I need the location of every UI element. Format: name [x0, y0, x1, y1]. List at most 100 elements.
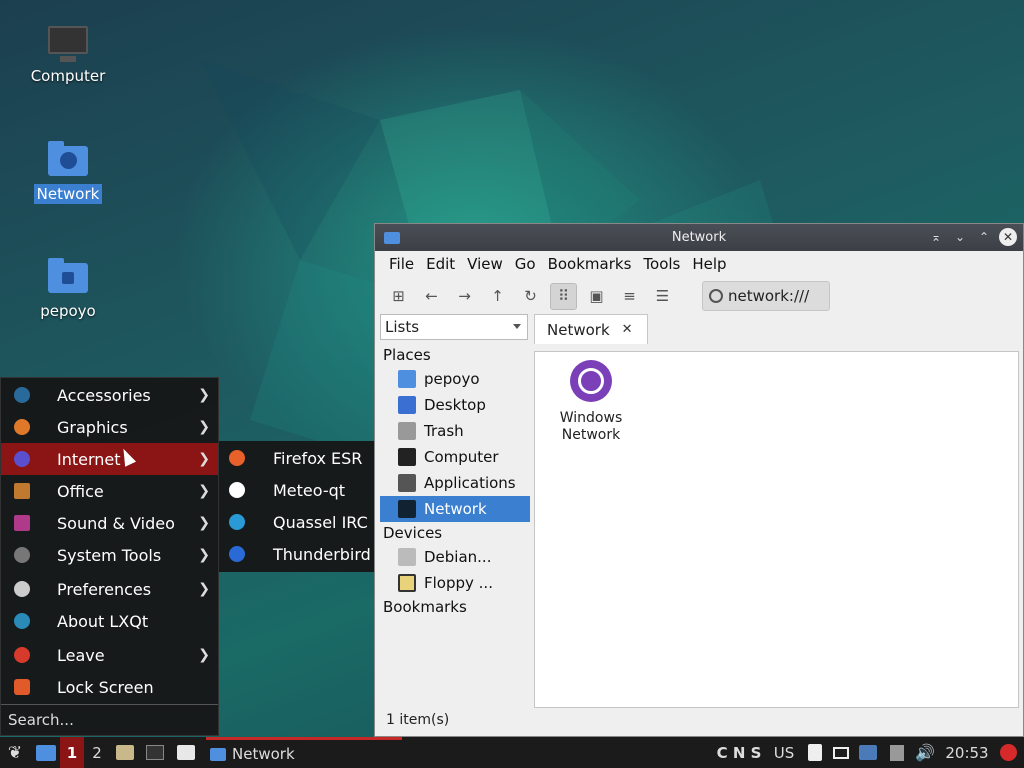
thumbnail-view-icon[interactable]: ▣	[583, 283, 610, 310]
menu-item-leave[interactable]: Leave ❯	[1, 639, 218, 671]
device-label: Floppy ...	[424, 574, 493, 592]
path-text: network:///	[728, 287, 810, 305]
taskbar: ❦ 1 2 Network C N S US 🔊 20:53	[0, 737, 1024, 768]
menu-item-label: About LXQt	[57, 611, 149, 631]
menu-item-office[interactable]: Office ❯	[1, 475, 218, 507]
network-tray-icon[interactable]	[831, 737, 851, 768]
place-label: pepoyo	[424, 370, 480, 388]
globe-icon	[570, 360, 612, 402]
menu-go[interactable]: Go	[509, 255, 542, 273]
place-item-computer[interactable]: Computer	[380, 444, 530, 470]
volume-icon[interactable]: 🔊	[914, 737, 936, 768]
place-label: Computer	[424, 448, 499, 466]
place-item-pepoyo[interactable]: pepoyo	[380, 366, 530, 392]
chevron-right-icon: ❯	[198, 419, 210, 435]
place-item-network[interactable]: Network	[380, 496, 530, 522]
menu-item-label: Lock Screen	[57, 677, 154, 697]
desktop-icon-computer[interactable]: Computer	[23, 22, 113, 86]
weather-icon	[229, 482, 245, 498]
devices-header[interactable]: Devices	[380, 522, 530, 544]
detailed-list-icon[interactable]: ☰	[649, 283, 676, 310]
side-pane-mode-select[interactable]: Lists	[380, 314, 528, 340]
chevron-down-icon	[513, 324, 521, 329]
chevron-right-icon: ❯	[198, 483, 210, 499]
submenu-item-label: Quassel IRC	[273, 512, 368, 532]
folder-icon	[210, 747, 226, 761]
menu-edit[interactable]: Edit	[420, 255, 461, 273]
path-bar[interactable]: network:///	[702, 281, 830, 311]
icon-view-icon[interactable]: ⠿	[550, 282, 577, 310]
workspace-2[interactable]: 2	[86, 737, 108, 768]
taskbar-task-network[interactable]: Network	[206, 737, 402, 768]
menu-item-about-lxqt[interactable]: About LXQt	[1, 605, 218, 637]
reload-icon[interactable]: ↻	[517, 283, 544, 310]
back-icon[interactable]: ←	[418, 283, 445, 310]
desktop-icon-network[interactable]: Network	[23, 140, 113, 204]
chevron-right-icon: ❯	[198, 647, 210, 663]
chevron-right-icon: ❯	[198, 451, 210, 467]
clock[interactable]: 20:53	[942, 737, 992, 768]
device-item-debian[interactable]: Debian...	[380, 544, 530, 570]
notification-icon[interactable]	[857, 737, 879, 768]
power-icon[interactable]	[996, 737, 1020, 768]
close-icon[interactable]: ✕	[999, 228, 1017, 246]
menu-item-internet[interactable]: Internet ❯	[1, 443, 218, 475]
submenu-item-meteo[interactable]: Meteo-qt	[219, 474, 374, 506]
place-item-desktop[interactable]: Desktop	[380, 392, 530, 418]
removable-media-icon[interactable]	[886, 737, 908, 768]
chevron-right-icon: ❯	[198, 515, 210, 531]
menu-item-preferences[interactable]: Preferences ❯	[1, 573, 218, 605]
menu-file[interactable]: File	[383, 255, 420, 273]
file-manager-launcher-icon[interactable]	[114, 737, 136, 768]
submenu-item-label: Firefox ESR	[273, 448, 363, 468]
menu-item-sound-video[interactable]: Sound & Video ❯	[1, 507, 218, 539]
network-icon	[398, 500, 416, 518]
device-item-floppy[interactable]: Floppy ...	[380, 570, 530, 596]
show-desktop-icon[interactable]	[34, 737, 58, 768]
menu-bar: File Edit View Go Bookmarks Tools Help	[375, 251, 1023, 277]
bookmarks-header[interactable]: Bookmarks	[380, 596, 530, 618]
compact-view-icon[interactable]: ≡	[616, 283, 643, 310]
keyboard-layout[interactable]: US	[770, 737, 798, 768]
menu-view[interactable]: View	[461, 255, 509, 273]
places-header[interactable]: Places	[380, 344, 530, 366]
browser-launcher-icon[interactable]	[175, 737, 197, 768]
up-icon[interactable]: ↑	[484, 283, 511, 310]
menu-item-accessories[interactable]: Accessories ❯	[1, 379, 218, 411]
minimize-icon[interactable]: ⌄	[951, 228, 969, 246]
forward-icon[interactable]: →	[451, 283, 478, 310]
menu-bookmarks[interactable]: Bookmarks	[542, 255, 638, 273]
start-menu-icon[interactable]: ❦	[2, 737, 28, 768]
maximize-icon[interactable]: ⌃	[975, 228, 993, 246]
submenu-item-firefox[interactable]: Firefox ESR	[219, 442, 374, 474]
menu-tools[interactable]: Tools	[637, 255, 686, 273]
menu-item-lock-screen[interactable]: Lock Screen	[1, 671, 218, 703]
menu-item-graphics[interactable]: Graphics ❯	[1, 411, 218, 443]
office-icon	[14, 483, 30, 499]
submenu-item-quassel[interactable]: Quassel IRC	[219, 506, 374, 538]
workspace-1[interactable]: 1	[60, 737, 84, 768]
place-item-trash[interactable]: Trash	[380, 418, 530, 444]
menu-item-label: Sound & Video	[57, 513, 175, 533]
application-menu: Accessories ❯ Graphics ❯ Internet ❯ Office ❯…	[0, 377, 219, 736]
terminal-launcher-icon[interactable]	[144, 737, 166, 768]
close-tab-icon[interactable]: ✕	[622, 322, 633, 337]
new-tab-icon[interactable]: ⊞	[385, 283, 412, 310]
menu-item-system-tools[interactable]: System Tools ❯	[1, 539, 218, 571]
tab-network[interactable]: Network ✕	[534, 314, 648, 344]
applications-icon	[398, 474, 416, 492]
submenu-item-label: Thunderbird	[273, 544, 371, 564]
menu-search-input[interactable]: Search...	[1, 704, 218, 735]
desktop-icon-pepoyo[interactable]: pepoyo	[23, 257, 113, 321]
desktop-icon-label: Computer	[30, 67, 106, 85]
file-item-windows-network[interactable]: Windows Network	[551, 360, 631, 444]
place-item-applications[interactable]: Applications	[380, 470, 530, 496]
shade-icon[interactable]: ⌅	[927, 228, 945, 246]
folder-view[interactable]: Windows Network	[534, 351, 1019, 708]
submenu-item-thunderbird[interactable]: Thunderbird	[219, 538, 374, 570]
window-title-bar[interactable]: Network ⌅ ⌄ ⌃ ✕	[375, 224, 1023, 251]
clipboard-icon[interactable]	[805, 737, 825, 768]
menu-help[interactable]: Help	[686, 255, 732, 273]
chevron-right-icon: ❯	[198, 547, 210, 563]
power-icon	[14, 647, 30, 663]
